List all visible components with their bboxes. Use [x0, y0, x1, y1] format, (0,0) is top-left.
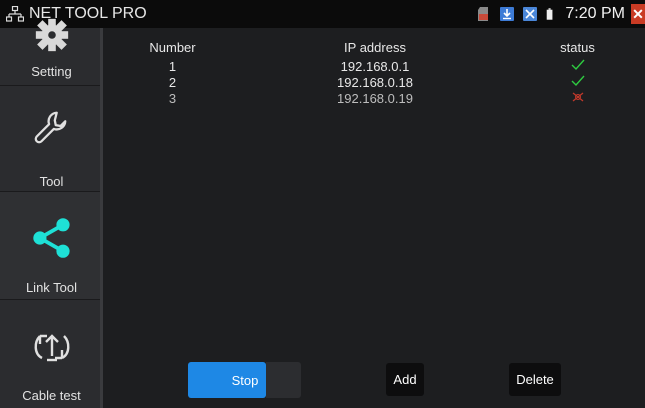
sidebar-item-label: Setting — [31, 64, 72, 79]
app-title: NET TOOL PRO — [6, 5, 147, 23]
share-icon — [33, 218, 70, 258]
sidebar-item-link-tool[interactable]: Link Tool — [0, 192, 103, 300]
table-row[interactable]: 2 192.168.0.18 — [105, 75, 645, 90]
row-number: 3 — [168, 91, 177, 106]
sidebar-item-setting[interactable]: Setting — [0, 18, 103, 86]
sidebar-item-label: Tool — [39, 174, 64, 189]
sd-card-icon — [478, 7, 489, 21]
sidebar-divider — [100, 28, 103, 408]
column-header-number: Number — [149, 40, 196, 55]
sidebar: Setting Tool Link Tool Cable test — [0, 18, 103, 408]
cable-test-icon — [34, 334, 70, 362]
row-number: 1 — [168, 59, 177, 74]
column-header-ip: IP address — [344, 40, 406, 55]
add-button[interactable]: Add — [386, 363, 424, 396]
status-bar: NET TOOL PRO 7:20 PM ✕ — [0, 0, 645, 28]
row-ip: 192.168.0.1 — [340, 59, 410, 74]
table-row[interactable]: 1 192.168.0.1 — [105, 59, 645, 74]
download-icon — [500, 7, 515, 21]
stop-button[interactable]: Stop — [188, 362, 266, 398]
close-icon[interactable]: ✕ — [631, 4, 645, 24]
row-ip: 192.168.0.18 — [337, 75, 413, 90]
delete-button[interactable]: Delete — [509, 363, 561, 396]
status-ok-icon — [535, 59, 620, 74]
sidebar-item-label: Cable test — [22, 388, 81, 403]
battery-icon — [547, 8, 553, 20]
wrench-icon — [34, 111, 67, 144]
sidebar-item-tool[interactable]: Tool — [0, 86, 103, 192]
ping-table-panel: Number IP address status 1 192.168.0.1 2… — [105, 28, 645, 394]
stop-button-segment[interactable] — [266, 362, 301, 398]
status-ok-icon — [535, 75, 620, 90]
sidebar-item-cable-test[interactable]: Cable test — [0, 300, 103, 408]
row-ip: 192.168.0.19 — [337, 91, 413, 106]
clock: 7:20 PM — [565, 5, 625, 22]
table-row[interactable]: 3 192.168.0.19 — [105, 91, 645, 106]
network-icon — [6, 6, 24, 22]
column-header-status: status — [560, 40, 595, 55]
sidebar-item-label: Link Tool — [25, 280, 78, 295]
status-fail-icon — [535, 91, 620, 106]
gear-icon — [35, 18, 69, 52]
row-number: 2 — [168, 75, 177, 90]
image-icon — [523, 7, 538, 21]
